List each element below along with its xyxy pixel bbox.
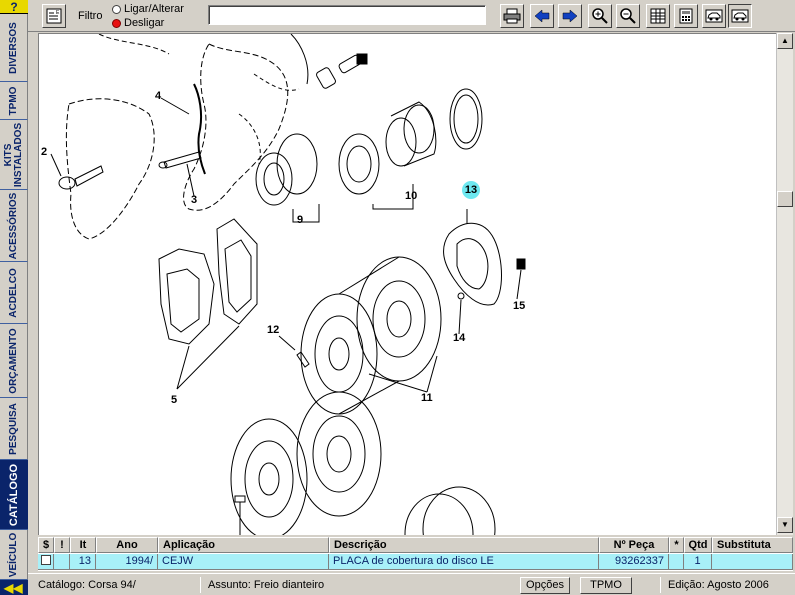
status-separator bbox=[660, 577, 661, 593]
tpmo-button[interactable]: TPMO bbox=[580, 577, 632, 594]
callout-3[interactable]: 3 bbox=[191, 194, 197, 206]
tab-kits-instalados[interactable]: KITS INSTALADOS bbox=[0, 120, 28, 190]
tab-label: DIVERSOS bbox=[7, 21, 19, 74]
diagram-scrollbar[interactable]: ▲ ▼ bbox=[776, 33, 793, 535]
tab-label: ACDELCO bbox=[7, 267, 19, 318]
callout-9[interactable]: 9 bbox=[297, 214, 303, 226]
status-edition: Edição: Agosto 2006 bbox=[668, 579, 769, 591]
col-substitute[interactable]: Substituta bbox=[712, 537, 793, 553]
table-row[interactable]: 13 1994/ CEJW PLACA de cobertura do disc… bbox=[38, 554, 793, 570]
callout-2[interactable]: 2 bbox=[41, 146, 47, 158]
filter-list-button[interactable]: E bbox=[42, 4, 66, 28]
tab-pesquisa[interactable]: PESQUISA bbox=[0, 398, 28, 460]
row-item: 13 bbox=[70, 554, 96, 570]
tab-label: ACESSÓRIOS bbox=[7, 192, 19, 259]
filter-toggle-radio[interactable]: Ligar/Alterar bbox=[112, 3, 184, 15]
tab-label: KITS INSTALADOS bbox=[2, 122, 24, 187]
exploded-parts-diagram[interactable]: 4 2 3 9 10 13 15 14 12 5 11 bbox=[38, 33, 776, 535]
car-icon bbox=[731, 9, 749, 23]
callout-13-selected[interactable]: 13 bbox=[462, 181, 480, 199]
col-excl[interactable]: ! bbox=[54, 537, 70, 553]
help-button[interactable]: ? bbox=[0, 0, 28, 14]
tab-acdelco[interactable]: ACDELCO bbox=[0, 262, 28, 324]
tab-tpmo[interactable]: TPMO bbox=[0, 82, 28, 120]
col-star[interactable]: * bbox=[669, 537, 684, 553]
previous-button[interactable] bbox=[530, 4, 554, 28]
status-subject: Assunto: Freio dianteiro bbox=[208, 579, 325, 591]
callout-5[interactable]: 5 bbox=[171, 394, 177, 406]
tab-label: PESQUISA bbox=[7, 402, 19, 455]
calculator-icon bbox=[679, 8, 693, 24]
col-part-number[interactable]: Nº Peça bbox=[599, 537, 669, 553]
toolbar: E Filtro Ligar/Alterar Desligar bbox=[28, 0, 795, 32]
tab-label: CATÁLOGO bbox=[8, 463, 20, 526]
brake-assembly-drawing bbox=[50, 34, 526, 535]
tab-label: ORÇAMENTO bbox=[7, 327, 19, 394]
tab-acessorios[interactable]: ACESSÓRIOS bbox=[0, 190, 28, 262]
row-part-number: 93262337 bbox=[599, 554, 669, 570]
col-item[interactable]: It bbox=[70, 537, 96, 553]
tab-diversos[interactable]: DIVERSOS bbox=[0, 14, 28, 82]
collapse-sidebar-icon[interactable]: ◀◀ bbox=[4, 582, 22, 594]
filter-list-icon: E bbox=[46, 8, 62, 24]
grid-view-button[interactable] bbox=[646, 4, 670, 28]
printer-icon bbox=[503, 8, 521, 24]
vehicle-view-button[interactable] bbox=[728, 4, 752, 28]
col-description[interactable]: Descrição bbox=[329, 537, 599, 553]
grid-icon bbox=[650, 8, 666, 24]
col-year[interactable]: Ano bbox=[96, 537, 158, 553]
filter-off-radio[interactable]: Desligar bbox=[112, 17, 164, 29]
arrow-left-icon bbox=[534, 9, 550, 23]
radio-label: Ligar/Alterar bbox=[124, 3, 184, 15]
row-substitute bbox=[712, 554, 793, 570]
tab-label: VEÍCULO bbox=[7, 532, 19, 577]
status-catalog: Catálogo: Corsa 94/ bbox=[38, 579, 136, 591]
vertical-tab-bar: ? DIVERSOS TPMO KITS INSTALADOS ACESSÓRI… bbox=[0, 0, 28, 595]
callout-15[interactable]: 15 bbox=[513, 300, 525, 312]
status-separator bbox=[200, 577, 201, 593]
print-button[interactable] bbox=[500, 4, 524, 28]
callout-4[interactable]: 4 bbox=[155, 90, 161, 102]
radio-label: Desligar bbox=[124, 17, 165, 29]
callout-14[interactable]: 14 bbox=[453, 332, 465, 344]
row-application: CEJW bbox=[158, 554, 329, 570]
next-button[interactable] bbox=[558, 4, 582, 28]
zoom-in-icon bbox=[592, 8, 608, 24]
scroll-down-icon[interactable]: ▼ bbox=[777, 517, 793, 533]
tab-orcamento[interactable]: ORÇAMENTO bbox=[0, 324, 28, 398]
row-star bbox=[669, 554, 684, 570]
scroll-thumb[interactable] bbox=[777, 191, 793, 207]
scroll-up-icon[interactable]: ▲ bbox=[777, 33, 793, 49]
parts-table: $ ! It Ano Aplicação Descrição Nº Peça *… bbox=[38, 537, 793, 571]
zoom-in-button[interactable] bbox=[588, 4, 612, 28]
callout-10[interactable]: 10 bbox=[405, 190, 417, 202]
options-button[interactable]: Opções bbox=[520, 577, 570, 594]
radio-off-icon bbox=[112, 4, 121, 14]
col-flag[interactable]: $ bbox=[38, 537, 54, 553]
row-excl-cell bbox=[54, 554, 70, 570]
radio-on-icon bbox=[112, 18, 121, 28]
row-checkbox-cell[interactable] bbox=[38, 554, 54, 570]
row-qty: 1 bbox=[684, 554, 712, 570]
car-icon bbox=[705, 9, 723, 23]
arrow-right-icon bbox=[562, 9, 578, 23]
zoom-out-icon bbox=[620, 8, 636, 24]
row-description: PLACA de cobertura do disco LE bbox=[329, 554, 599, 570]
zoom-out-button[interactable] bbox=[616, 4, 640, 28]
callout-12[interactable]: 12 bbox=[267, 324, 279, 336]
tab-catalogo[interactable]: CATÁLOGO bbox=[0, 460, 28, 530]
status-bar: Catálogo: Corsa 94/ Assunto: Freio diant… bbox=[28, 573, 795, 595]
tab-veiculo[interactable]: VEÍCULO bbox=[0, 530, 28, 580]
vehicle-side-button[interactable] bbox=[702, 4, 726, 28]
callout-11[interactable]: 11 bbox=[421, 392, 433, 404]
table-header: $ ! It Ano Aplicação Descrição Nº Peça *… bbox=[38, 537, 793, 553]
calculator-button[interactable] bbox=[674, 4, 698, 28]
row-year: 1994/ bbox=[96, 554, 158, 570]
filter-input[interactable] bbox=[208, 5, 486, 25]
tab-label: TPMO bbox=[7, 86, 19, 115]
row-checkbox[interactable] bbox=[40, 555, 51, 566]
filter-label: Filtro bbox=[78, 10, 103, 22]
col-application[interactable]: Aplicação bbox=[158, 537, 329, 553]
col-qty[interactable]: Qtd bbox=[684, 537, 712, 553]
